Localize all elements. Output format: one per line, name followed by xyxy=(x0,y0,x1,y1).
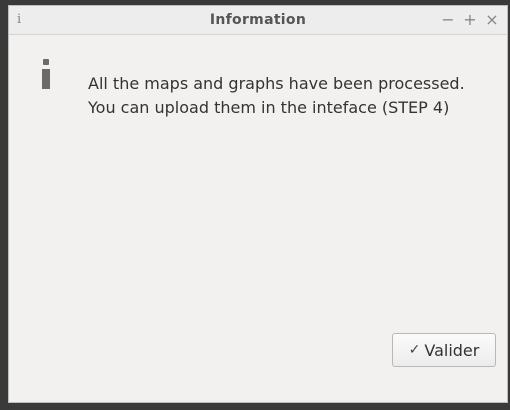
information-dialog: i Information − + × All the maps and gra… xyxy=(8,5,508,403)
window-controls: − + × xyxy=(441,10,499,30)
info-icon xyxy=(41,59,51,91)
message-line-1: All the maps and graphs have been proces… xyxy=(88,74,465,93)
info-icon-dot xyxy=(43,59,49,65)
message-line-2: You can upload them in the inteface (STE… xyxy=(88,98,450,117)
valider-button-label: Valider xyxy=(424,340,480,360)
message-text: All the maps and graphs have been proces… xyxy=(88,72,508,120)
valider-button[interactable]: ✓ Valider xyxy=(392,333,496,367)
info-icon-bar xyxy=(42,69,50,89)
maximize-button[interactable]: + xyxy=(463,10,477,30)
check-icon: ✓ xyxy=(408,342,421,358)
minimize-button[interactable]: − xyxy=(441,10,455,30)
window-title: Information xyxy=(209,12,307,28)
titlebar[interactable]: i Information − + × xyxy=(9,6,507,35)
close-button[interactable]: × xyxy=(485,10,499,30)
